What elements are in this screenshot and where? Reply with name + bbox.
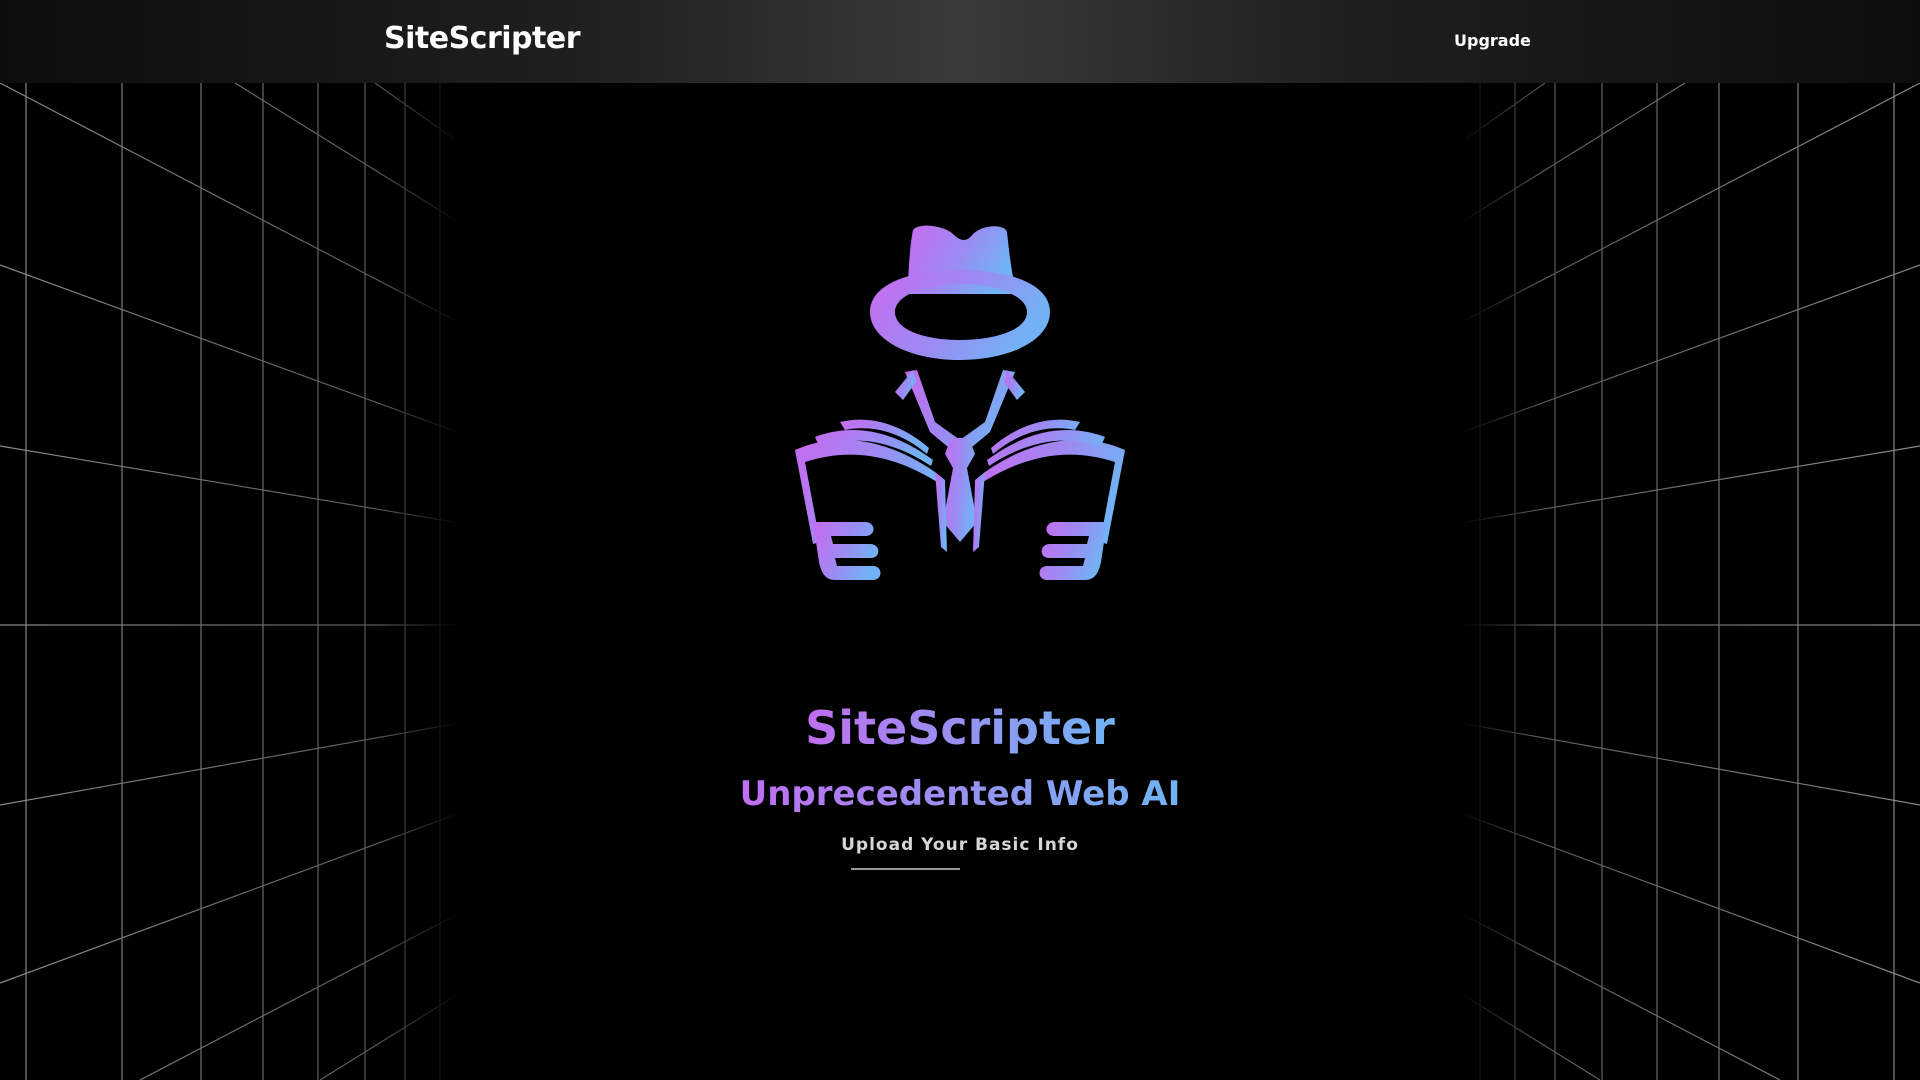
detective-reading-newspaper-icon (795, 225, 1125, 580)
landing-page: SiteScripter Upgrade SiteScripter Unprec… (0, 0, 1920, 1080)
upgrade-link[interactable]: Upgrade (1454, 33, 1531, 49)
upload-basic-info-link[interactable]: Upload Your Basic Info (841, 835, 1079, 855)
hero-section: SiteScripter Unprecedented Web AI Upload… (0, 0, 1920, 1080)
top-navbar: SiteScripter Upgrade (0, 0, 1920, 83)
brand-logo-link[interactable]: SiteScripter (384, 24, 581, 54)
hero-title-text: SiteScripter (805, 701, 1115, 755)
hero-title: SiteScripter (0, 705, 1920, 751)
hero-subtitle-text: Unprecedented Web AI (739, 774, 1181, 814)
hero-subtitle: Unprecedented Web AI (0, 777, 1920, 811)
upload-info-cta: Upload Your Basic Info (0, 837, 1920, 854)
upload-link-underline (851, 868, 960, 870)
